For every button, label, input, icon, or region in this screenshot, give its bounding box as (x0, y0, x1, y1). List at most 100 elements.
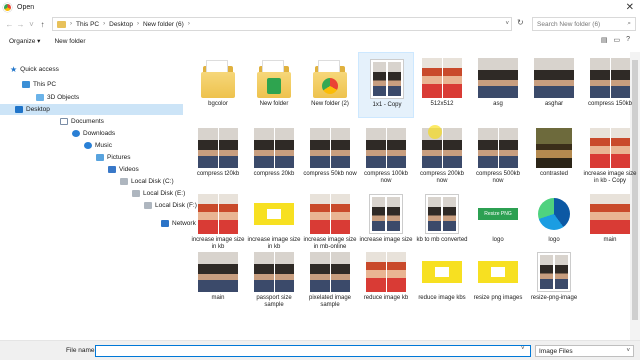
filename-dropdown-icon[interactable]: ˅ (521, 346, 525, 352)
image-thumbnail (537, 252, 571, 292)
refresh-icon[interactable]: ↻ (517, 18, 524, 27)
navigation-pane: ★ Quick access This PC 3D Objects Desktop Doc… (0, 52, 197, 340)
image-thumbnail (254, 252, 294, 292)
back-icon[interactable]: ← (4, 20, 15, 29)
chrome-icon (3, 3, 12, 12)
image-thumbnail (422, 261, 462, 283)
file-name: compress 200kb now (419, 171, 465, 184)
file-item[interactable]: asghar (526, 52, 582, 118)
sidebar-item-3d-objects[interactable]: 3D Objects (36, 92, 79, 103)
file-item[interactable]: increase image size in kb - Copy (582, 122, 638, 188)
file-item[interactable]: compress 50kb now (302, 122, 358, 188)
file-item[interactable]: increase image size in kb (190, 188, 246, 254)
file-item[interactable]: main (190, 246, 246, 312)
file-item[interactable]: contrasted (526, 122, 582, 188)
desktop-icon (15, 106, 23, 113)
filename-label: File name: (66, 347, 97, 354)
sidebar-item-local-disk-e[interactable]: Local Disk (E:) (132, 188, 185, 199)
breadcrumb-this-pc[interactable]: This PC (76, 21, 99, 28)
file-item[interactable]: compress 150kb (582, 52, 638, 118)
file-item[interactable]: passport size sample (246, 246, 302, 312)
breadcrumb[interactable]: › This PC › Desktop › New folder (6) › ˅ (52, 17, 512, 31)
sidebar-item-label: Documents (71, 118, 104, 125)
file-item[interactable]: compress 100kb now (358, 122, 414, 188)
view-options-icon[interactable]: ▤ (601, 36, 608, 44)
file-item[interactable]: Resize PNG logo (470, 188, 526, 254)
breadcrumb-desktop[interactable]: Desktop (109, 21, 133, 28)
file-name: resize png images (473, 295, 523, 301)
organize-button[interactable]: Organize ▾ (9, 37, 40, 45)
file-item[interactable]: asg (470, 52, 526, 118)
file-name: passport size sample (256, 295, 292, 308)
forward-icon[interactable]: → (15, 20, 26, 29)
file-name: increase image size in kb - Copy (583, 171, 637, 184)
file-item[interactable]: compress t20kb (190, 122, 246, 188)
file-item[interactable]: kb to mb converted (414, 188, 470, 254)
file-item[interactable]: compress 200kb now (414, 122, 470, 188)
image-thumbnail (534, 58, 574, 98)
sidebar-item-downloads[interactable]: Downloads (72, 128, 115, 139)
image-thumbnail (425, 194, 459, 234)
toolbar: Organize ▾ New folder ▤ ▭ ? (0, 33, 640, 49)
sidebar-item-label: Pictures (107, 154, 131, 161)
image-thumbnail (310, 194, 350, 234)
filetype-select[interactable]: Image Files ˅ (535, 345, 634, 357)
address-bar: ← → ˅ ↑ › This PC › Desktop › New folder… (0, 15, 640, 33)
up-icon[interactable]: ↑ (37, 20, 48, 29)
search-icon: ⌕ (627, 20, 631, 27)
file-item[interactable]: resize png images (470, 246, 526, 312)
file-name: compress 50kb now (303, 171, 357, 177)
file-item[interactable]: reduce image kb (358, 246, 414, 312)
search-input[interactable]: Search New folder (6) ⌕ (532, 17, 636, 31)
document-icon (60, 118, 68, 125)
file-name: resize-png-image (530, 295, 578, 301)
mouse-cursor-highlight (428, 125, 442, 139)
sidebar-item-desktop[interactable]: Desktop (0, 104, 183, 115)
file-name: compress 100kb now (363, 171, 409, 184)
file-item[interactable]: New folder (246, 52, 302, 118)
sidebar-item-music[interactable]: Music (84, 140, 112, 151)
file-item[interactable]: bgcolor (190, 52, 246, 118)
filename-input[interactable] (95, 345, 531, 357)
file-item[interactable]: main (582, 188, 638, 254)
filetype-value: Image Files (539, 348, 573, 355)
file-item[interactable]: compress 20kb (246, 122, 302, 188)
file-item[interactable]: increase image size (358, 188, 414, 254)
breadcrumb-new-folder-6[interactable]: New folder (6) (143, 21, 184, 28)
folder-icon (257, 58, 291, 98)
new-folder-button[interactable]: New folder (54, 38, 85, 45)
file-item[interactable]: increase image size in kb (246, 188, 302, 254)
sidebar-item-local-disk-c[interactable]: Local Disk (C:) (120, 176, 174, 187)
sidebar-item-documents[interactable]: Documents (60, 116, 104, 127)
file-item[interactable]: 512x512 (414, 52, 470, 118)
file-item[interactable]: pixelated image sample (302, 246, 358, 312)
pictures-icon (96, 154, 104, 161)
preview-pane-icon[interactable]: ▭ (613, 36, 620, 44)
computer-icon (22, 81, 30, 88)
help-icon[interactable]: ? (626, 36, 630, 44)
recent-dropdown-icon[interactable]: ˅ (26, 20, 37, 29)
disk-icon (120, 178, 128, 185)
window-title: Open (17, 4, 35, 11)
image-thumbnail (366, 128, 406, 168)
image-thumbnail (366, 252, 406, 292)
file-item[interactable]: logo (526, 188, 582, 254)
file-name: reduce image kb (363, 295, 409, 301)
file-item[interactable]: resize-png-image (526, 246, 582, 312)
image-thumbnail (198, 252, 238, 292)
file-item[interactable]: 1x1 - Copy (358, 52, 414, 118)
image-thumbnail (590, 58, 630, 98)
file-item[interactable]: increase image size in mb-online (302, 188, 358, 254)
file-item[interactable]: New folder (2) (302, 52, 358, 118)
close-button[interactable]: ✕ (626, 2, 634, 13)
sidebar-item-label: Videos (119, 166, 139, 173)
folder-icon (313, 58, 347, 98)
chevron-down-icon[interactable]: ˅ (505, 21, 509, 27)
sidebar-item-videos[interactable]: Videos (108, 164, 139, 175)
file-item[interactable]: compress 500kb now (470, 122, 526, 188)
file-name: asg (493, 101, 503, 107)
sidebar-item-this-pc[interactable]: This PC (22, 79, 56, 90)
file-item[interactable]: reduce image kbs (414, 246, 470, 312)
sidebar-item-pictures[interactable]: Pictures (96, 152, 130, 163)
sidebar-item-quick-access[interactable]: ★ Quick access (10, 64, 59, 75)
